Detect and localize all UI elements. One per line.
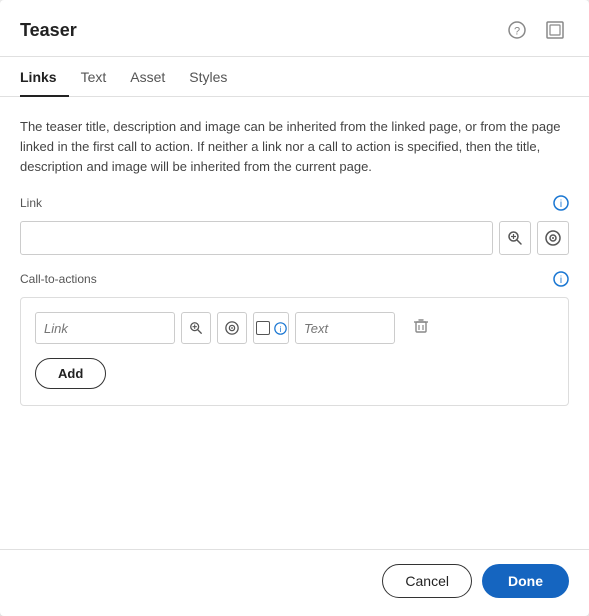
- done-button[interactable]: Done: [482, 564, 569, 598]
- cta-checkbox-info-icon: i: [274, 322, 287, 335]
- svg-text:?: ?: [514, 26, 520, 38]
- svg-text:i: i: [279, 325, 281, 334]
- add-cta-button[interactable]: Add: [35, 358, 106, 389]
- dialog-title: Teaser: [20, 20, 77, 41]
- cta-delete-button[interactable]: [407, 314, 435, 343]
- link-input-row: [20, 221, 569, 255]
- header-icons: ?: [503, 16, 569, 44]
- cta-search-pick-button[interactable]: [181, 312, 211, 344]
- cta-field-row: Call-to-actions i: [20, 271, 569, 406]
- help-icon: ?: [508, 21, 526, 39]
- link-input[interactable]: [20, 221, 493, 255]
- link-info-icon: i: [553, 195, 569, 216]
- cancel-button[interactable]: Cancel: [382, 564, 472, 598]
- cta-link-input[interactable]: [35, 312, 175, 344]
- link-field-header: Link i: [20, 195, 569, 216]
- help-button[interactable]: ?: [503, 16, 531, 44]
- expand-button[interactable]: [541, 16, 569, 44]
- cta-text-input[interactable]: [295, 312, 395, 344]
- link-circle-pick-button[interactable]: [537, 221, 569, 255]
- search-pick-icon: [507, 230, 523, 246]
- checkbox-square-icon: [256, 321, 270, 335]
- svg-text:i: i: [560, 199, 562, 210]
- dialog-footer: Cancel Done: [0, 549, 589, 616]
- cta-search-pick-icon: [189, 321, 203, 335]
- description-text: The teaser title, description and image …: [20, 117, 569, 177]
- tab-links[interactable]: Links: [20, 57, 69, 97]
- cta-section: i Add: [20, 297, 569, 406]
- teaser-dialog: Teaser ? Links Text Asset Styles The tea…: [0, 0, 589, 616]
- cta-label: Call-to-actions: [20, 272, 97, 286]
- tab-styles[interactable]: Styles: [177, 57, 239, 97]
- link-field-row: Link i: [20, 195, 569, 255]
- link-search-pick-button[interactable]: [499, 221, 531, 255]
- tab-text[interactable]: Text: [69, 57, 119, 97]
- cta-field-header: Call-to-actions i: [20, 271, 569, 292]
- dialog-body: The teaser title, description and image …: [0, 97, 589, 549]
- link-label: Link: [20, 196, 42, 210]
- cta-checkbox-info-button[interactable]: i: [253, 312, 289, 344]
- circle-pick-icon: [545, 230, 561, 246]
- cta-row: i: [35, 312, 554, 344]
- cta-circle-pick-button[interactable]: [217, 312, 247, 344]
- cta-circle-pick-icon: [225, 321, 239, 335]
- trash-icon: [413, 318, 429, 334]
- svg-text:i: i: [560, 275, 562, 286]
- cta-info-icon: i: [553, 271, 569, 292]
- expand-icon: [546, 21, 564, 39]
- dialog-header: Teaser ?: [0, 0, 589, 57]
- tabs-bar: Links Text Asset Styles: [0, 57, 589, 97]
- tab-asset[interactable]: Asset: [118, 57, 177, 97]
